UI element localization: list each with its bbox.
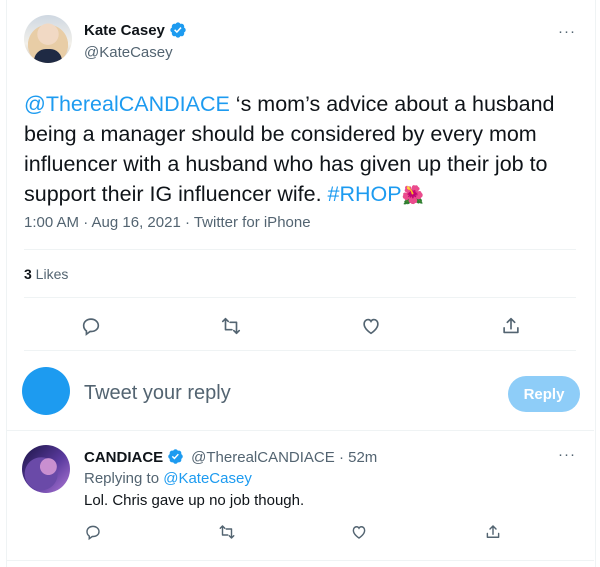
divider [24,297,576,298]
replying-to: Replying to @KateCasey [84,470,252,487]
hibiscus-emoji: 🌺 [401,185,425,205]
reply-text: Lol. Chris gave up no job though. [84,492,305,509]
verified-badge-icon [169,21,187,39]
more-icon[interactable]: ··· [558,23,576,40]
hashtag-link[interactable]: #RHOP [328,182,402,206]
mention-link[interactable]: @TherealCANDIACE [24,92,230,116]
like-icon[interactable] [360,315,382,337]
likes-number: 3 [24,266,32,282]
divider [24,350,576,351]
author-handle[interactable]: @KateCasey [84,44,173,61]
author-name-row[interactable]: Kate Casey [84,21,187,39]
author-name[interactable]: Kate Casey [84,22,165,39]
verified-badge-icon [167,448,185,466]
divider [6,430,594,431]
author-avatar[interactable] [24,15,72,63]
likes-label: Likes [31,266,69,282]
reply-button[interactable]: Reply [508,376,580,412]
likes-count[interactable]: 3 Likes [24,266,68,282]
tweet-timestamp[interactable]: 1:00 AM · Aug 16, 2021 · Twitter for iPh… [24,214,311,231]
divider [6,560,594,561]
tweet-text: @TherealCANDIACE ‘s mom’s advice about a… [24,89,572,210]
like-icon[interactable] [350,523,368,541]
reply-author-name[interactable]: CANDIACE [84,449,163,466]
reply-author-handle[interactable]: @TherealCANDIACE · 52m [191,449,377,466]
reply-input[interactable]: Tweet your reply [84,382,231,405]
share-icon[interactable] [484,523,502,541]
retweet-icon[interactable] [220,315,242,337]
share-icon[interactable] [500,315,522,337]
reply-author-row[interactable]: CANDIACE @TherealCANDIACE · 52m [84,448,377,466]
divider [24,249,576,250]
reply-icon[interactable] [80,315,102,337]
reply-icon[interactable] [84,523,102,541]
more-icon[interactable]: ··· [558,446,576,463]
current-user-avatar[interactable] [22,367,70,415]
reply-author-avatar[interactable] [22,445,70,493]
retweet-icon[interactable] [218,523,236,541]
replying-handle-link[interactable]: @KateCasey [163,470,252,487]
replying-prefix: Replying to [84,470,164,487]
